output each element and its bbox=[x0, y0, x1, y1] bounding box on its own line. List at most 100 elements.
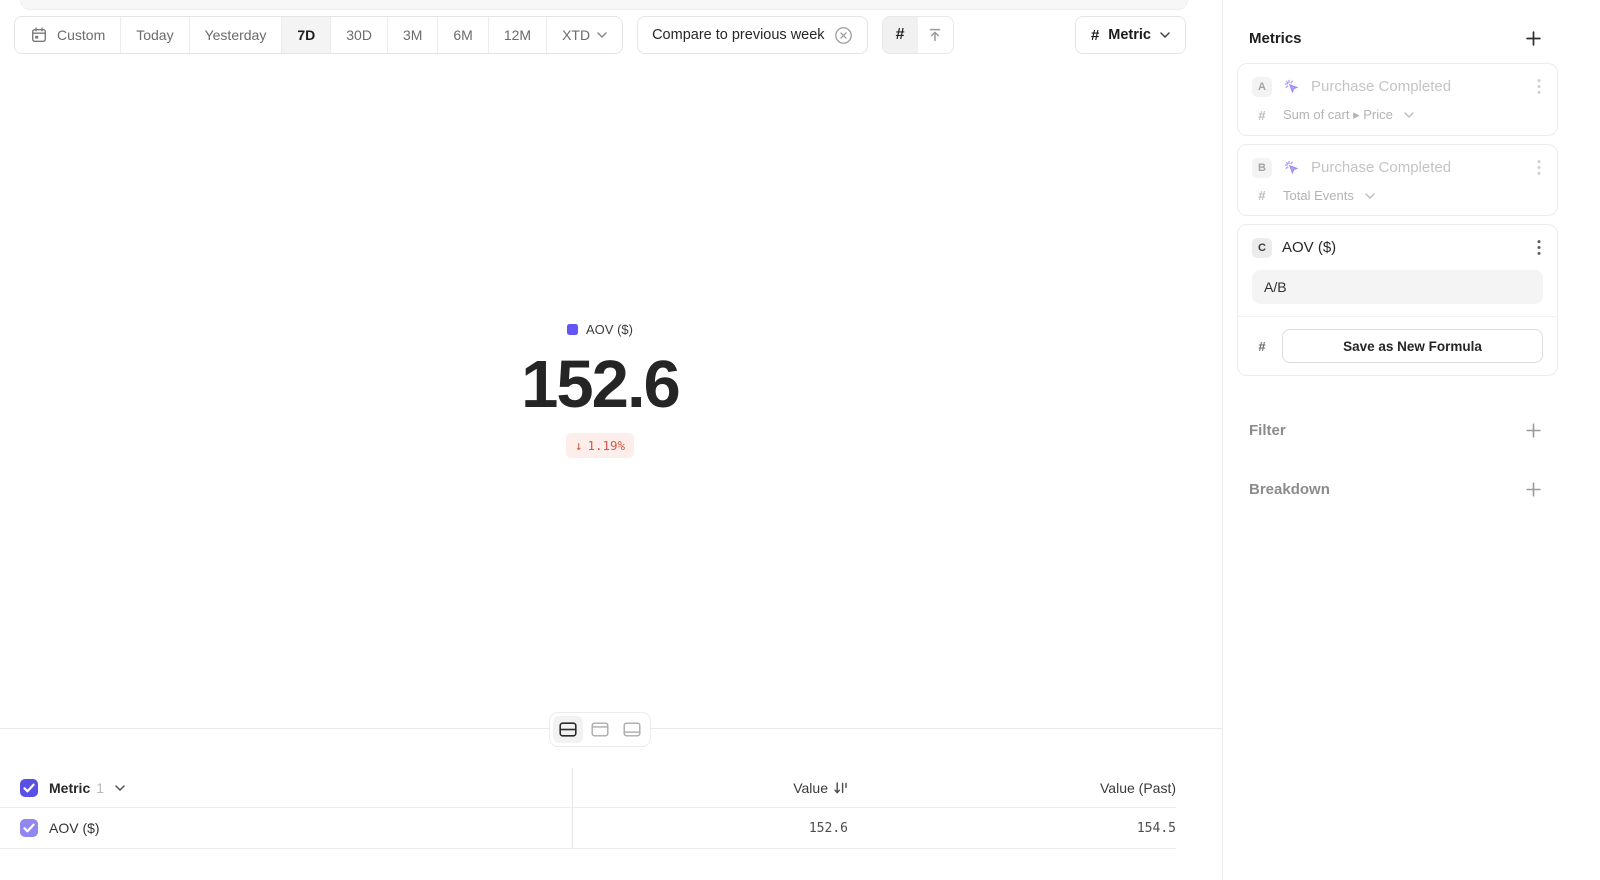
plus-icon bbox=[1525, 481, 1542, 498]
metrics-section-header: Metrics bbox=[1249, 30, 1542, 47]
metric-card-title: Purchase Completed bbox=[1311, 78, 1451, 95]
row-checkbox[interactable] bbox=[20, 819, 38, 837]
add-breakdown-button[interactable] bbox=[1525, 481, 1542, 498]
kpi-delta-value: 1.19% bbox=[587, 438, 625, 453]
bottom-panel-icon bbox=[623, 722, 641, 737]
date-range-group: Custom Today Yesterday 7D 30D 3M 6M 12M … bbox=[14, 16, 623, 54]
value-past-column-header: Value (Past) bbox=[848, 780, 1176, 796]
metric-count: 1 bbox=[96, 780, 104, 796]
table-header-row: Metric 1 Value Value (Past) bbox=[0, 768, 1176, 808]
hash-icon: # bbox=[1252, 108, 1272, 123]
hash-icon: # bbox=[1252, 188, 1272, 203]
card-divider bbox=[1238, 316, 1557, 317]
chevron-down-icon bbox=[597, 32, 607, 38]
compare-chip[interactable]: Compare to previous week bbox=[637, 16, 867, 54]
column-divider bbox=[572, 768, 573, 849]
add-filter-button[interactable] bbox=[1525, 422, 1542, 439]
kebab-menu-icon[interactable] bbox=[1535, 76, 1543, 97]
date-range-label: Today bbox=[136, 27, 173, 43]
kpi-legend: AOV ($) bbox=[567, 322, 633, 337]
kpi-block: AOV ($) 152.6 ↓ 1.19% bbox=[0, 322, 1200, 458]
metric-card-a[interactable]: A Purchase Completed # Sum of cart ▸ Pri… bbox=[1237, 63, 1558, 136]
metric-dropdown-label: Metric bbox=[1108, 27, 1151, 43]
measure-selector[interactable]: # Total Events bbox=[1252, 188, 1543, 203]
table-row: AOV ($) 152.6 154.5 bbox=[0, 808, 1176, 849]
measure-label: Sum of cart ▸ Price bbox=[1283, 107, 1393, 123]
kpi-delta-badge: ↓ 1.19% bbox=[566, 433, 634, 458]
calendar-icon bbox=[30, 26, 48, 44]
arrow-up-to-line-icon bbox=[927, 27, 943, 43]
date-range-label: Custom bbox=[57, 27, 105, 43]
arrow-down-icon: ↓ bbox=[575, 438, 583, 453]
chevron-down-icon[interactable] bbox=[115, 785, 125, 791]
hash-icon: # bbox=[1091, 28, 1099, 43]
metric-card-b[interactable]: B Purchase Completed # Total Events bbox=[1237, 144, 1558, 216]
chevron-down-icon bbox=[1404, 112, 1414, 118]
metrics-section-title: Metrics bbox=[1249, 30, 1302, 47]
metric-card-title: AOV ($) bbox=[1282, 239, 1336, 256]
date-range-label: 3M bbox=[403, 27, 422, 43]
date-range-yesterday[interactable]: Yesterday bbox=[190, 17, 283, 53]
formula-text: A/B bbox=[1264, 279, 1287, 295]
metric-letter-badge: A bbox=[1252, 77, 1272, 97]
metric-card-c[interactable]: C AOV ($) A/B # Save as New Formula bbox=[1237, 224, 1558, 376]
compare-chip-label: Compare to previous week bbox=[652, 27, 824, 43]
sort-descending-icon bbox=[833, 781, 848, 795]
chart-type-number[interactable]: # bbox=[883, 17, 918, 53]
kebab-menu-icon[interactable] bbox=[1535, 157, 1543, 178]
date-range-label: XTD bbox=[562, 27, 590, 43]
remove-compare-icon[interactable] bbox=[834, 26, 853, 45]
metric-letter-badge: C bbox=[1252, 238, 1272, 258]
query-builder-sidebar: Metrics A Purchase Completed bbox=[1222, 0, 1600, 880]
kebab-menu-icon[interactable] bbox=[1535, 237, 1543, 258]
breakdown-section-header: Breakdown bbox=[1249, 481, 1542, 498]
plus-icon bbox=[1525, 30, 1542, 47]
metric-letter-badge: B bbox=[1252, 158, 1272, 178]
split-view-icon bbox=[559, 722, 577, 737]
add-metric-button[interactable] bbox=[1525, 30, 1542, 47]
measure-selector[interactable]: # Sum of cart ▸ Price bbox=[1252, 107, 1543, 123]
save-as-new-formula-button[interactable]: Save as New Formula bbox=[1282, 329, 1543, 363]
chart-type-goal[interactable] bbox=[918, 17, 953, 53]
date-range-7d[interactable]: 7D bbox=[282, 17, 331, 53]
date-range-custom[interactable]: Custom bbox=[15, 17, 121, 53]
chevron-down-icon bbox=[1365, 193, 1375, 199]
date-range-30d[interactable]: 30D bbox=[331, 17, 388, 53]
date-range-label: Yesterday bbox=[205, 27, 267, 43]
date-range-12m[interactable]: 12M bbox=[489, 17, 547, 53]
event-cursor-sparkle-icon bbox=[1282, 158, 1301, 177]
chevron-down-icon bbox=[1160, 32, 1170, 38]
date-range-label: 7D bbox=[297, 27, 315, 43]
layout-split-button[interactable] bbox=[553, 716, 583, 743]
filter-section-header: Filter bbox=[1249, 422, 1542, 439]
metric-dropdown-button[interactable]: # Metric bbox=[1075, 16, 1186, 54]
date-range-label: 12M bbox=[504, 27, 531, 43]
formula-input[interactable]: A/B bbox=[1252, 270, 1543, 304]
date-range-label: 6M bbox=[453, 27, 472, 43]
date-range-3m[interactable]: 3M bbox=[388, 17, 438, 53]
metric-card-title: Purchase Completed bbox=[1311, 159, 1451, 176]
select-all-checkbox[interactable] bbox=[20, 779, 38, 797]
card-top-edge bbox=[20, 0, 1188, 10]
results-table: Metric 1 Value Value (Past) bbox=[0, 768, 1176, 849]
metric-cards: A Purchase Completed # Sum of cart ▸ Pri… bbox=[1237, 63, 1558, 376]
report-toolbar: Custom Today Yesterday 7D 30D 3M 6M 12M … bbox=[14, 16, 954, 54]
check-icon bbox=[23, 823, 35, 833]
breakdown-section-title: Breakdown bbox=[1249, 481, 1330, 498]
chart-type-switcher: # bbox=[882, 16, 954, 54]
layout-table-only-button[interactable] bbox=[617, 716, 647, 743]
legend-swatch bbox=[567, 324, 578, 335]
row-value-past: 154.5 bbox=[848, 821, 1176, 836]
kpi-legend-label: AOV ($) bbox=[586, 322, 633, 337]
date-range-label: 30D bbox=[346, 27, 372, 43]
report-canvas: Custom Today Yesterday 7D 30D 3M 6M 12M … bbox=[0, 0, 1222, 880]
value-column-header[interactable]: Value bbox=[552, 780, 848, 796]
date-range-6m[interactable]: 6M bbox=[438, 17, 488, 53]
event-cursor-sparkle-icon bbox=[1282, 77, 1301, 96]
date-range-today[interactable]: Today bbox=[121, 17, 189, 53]
date-range-xtd[interactable]: XTD bbox=[547, 17, 622, 53]
value-column-label: Value bbox=[793, 780, 828, 796]
measure-label: Total Events bbox=[1283, 188, 1354, 203]
hash-icon: # bbox=[896, 27, 905, 43]
layout-chart-only-button[interactable] bbox=[585, 716, 615, 743]
